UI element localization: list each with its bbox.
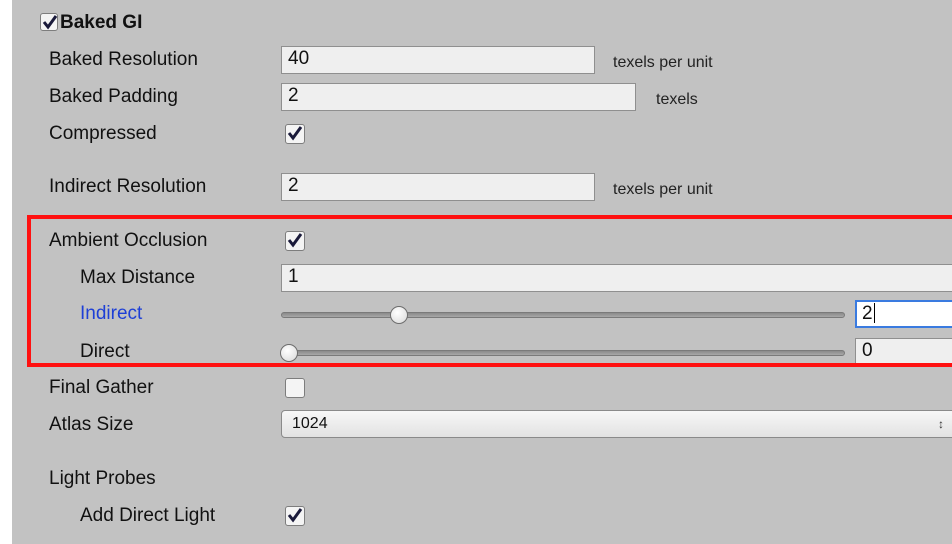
compressed-checkbox[interactable] [285,124,305,144]
checkmark-icon [287,126,303,141]
indirect-resolution-label: Indirect Resolution [49,176,207,197]
chevron-updown-icon: ↕ [938,417,944,431]
checkmark-icon [287,508,303,523]
light-probes-label: Light Probes [49,468,156,489]
baked-gi-checkbox[interactable] [40,13,58,31]
baked-resolution-unit: texels per unit [613,54,713,71]
section-title: Baked GI [60,12,143,33]
highlight-box [27,215,952,367]
atlas-size-label: Atlas Size [49,414,134,435]
baked-resolution-label: Baked Resolution [49,49,198,70]
final-gather-checkbox[interactable] [285,378,305,398]
baked-padding-field[interactable]: 2 [281,83,636,111]
final-gather-label: Final Gather [49,377,154,398]
indirect-resolution-unit: texels per unit [613,181,713,198]
indirect-resolution-field[interactable]: 2 [281,173,595,201]
baked-padding-unit: texels [656,91,698,108]
checkmark-icon [42,15,58,30]
add-direct-light-label: Add Direct Light [80,505,216,526]
atlas-size-dropdown[interactable]: 1024 ↕ [281,410,952,438]
baked-resolution-field[interactable]: 40 [281,46,595,74]
left-edge-strip [0,0,12,544]
baked-padding-label: Baked Padding [49,86,178,107]
add-direct-light-checkbox[interactable] [285,506,305,526]
atlas-size-value: 1024 [292,415,328,432]
compressed-label: Compressed [49,123,157,144]
